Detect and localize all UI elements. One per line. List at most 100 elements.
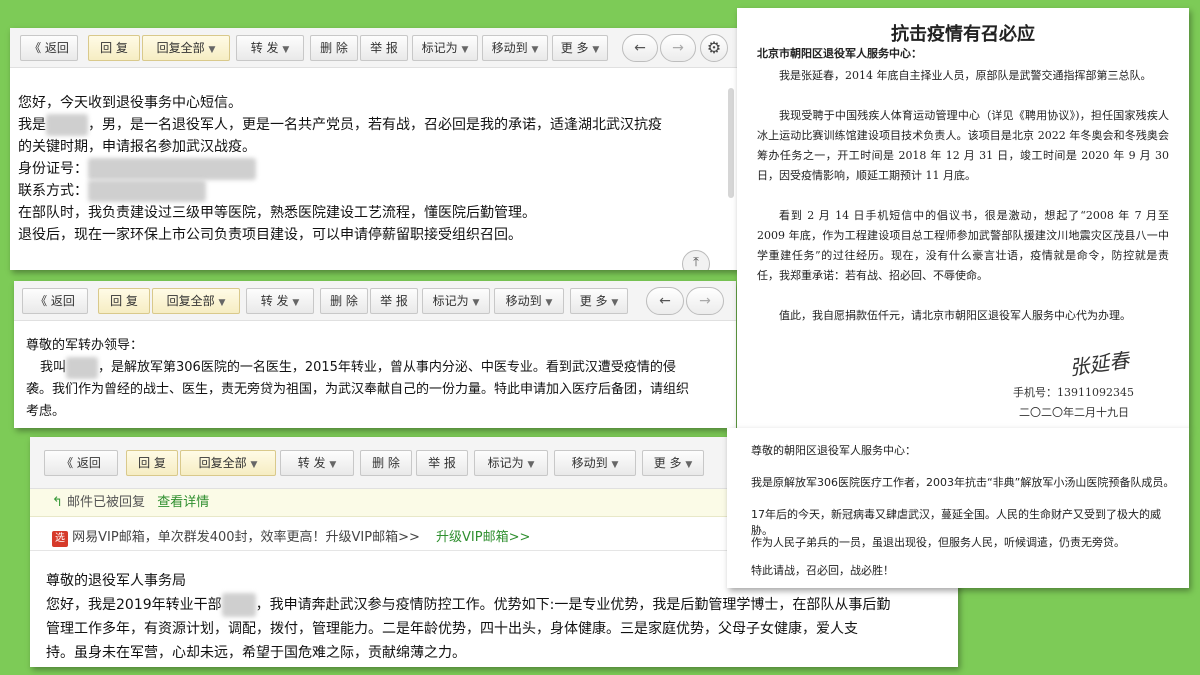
email-line-prefix: 我是 <box>18 117 46 133</box>
email-line: 考虑。 <box>26 404 66 419</box>
email-line-rest: ，男，是一名退役军人，更是一名共产党员，若有战，召必回是我的承诺，适逢湖北武汉抗… <box>88 117 662 133</box>
chevron-down-icon[interactable]: ▼ <box>282 45 289 55</box>
reply-button[interactable]: 回 复 <box>98 288 150 314</box>
forward-button[interactable]: 转 发 ▼ <box>236 35 304 61</box>
move-to-button[interactable]: 移动到 ▼ <box>554 450 636 476</box>
back-button[interactable]: 《 返回 <box>20 35 78 61</box>
redacted-name: xx <box>46 114 88 136</box>
arrow-right-icon: → <box>672 40 684 56</box>
chevron-down-icon[interactable]: ▼ <box>208 45 215 55</box>
email-line: 袭。我们作为曾经的战士、医生，责无旁贷为祖国，为武汉奉献自己的一份力量。特此申请… <box>26 382 690 397</box>
email-line: 联系方式：x <box>18 180 726 202</box>
upgrade-vip-link[interactable]: 升级VIP邮箱>> <box>436 530 530 545</box>
chevron-down-icon[interactable]: ▼ <box>611 298 618 308</box>
view-details-link[interactable]: 查看详情 <box>157 495 209 510</box>
letter-paragraph: 我是张延春，2014 年底自主择业人员，原部队是武警交通指挥部第三总队。 <box>779 69 1152 82</box>
email-line: 在部队时，我负责建设过三级甲等医院，熟悉医院建设工艺流程，懂医院后勤管理。 <box>18 205 536 221</box>
letter-panel-2: 尊敬的朝阳区退役军人服务中心： 我是原解放军306医院医疗工作者，2003年抗击… <box>727 428 1189 588</box>
chevron-down-icon[interactable]: ▼ <box>545 298 552 308</box>
back-button[interactable]: 《 返回 <box>44 450 118 476</box>
chevron-down-icon[interactable]: ▼ <box>531 45 538 55</box>
mark-as-label: 标记为 <box>487 456 524 470</box>
reply-all-button[interactable]: 回复全部 ▼ <box>142 35 230 61</box>
email-body-2: 尊敬的军转办领导： 我叫x，是解放军第306医院的一名医生，2015年转业，曾从… <box>26 335 734 423</box>
more-button[interactable]: 更 多 ▼ <box>570 288 628 314</box>
redacted-name: x <box>221 593 256 617</box>
arrow-up-icon: ⤒ <box>693 255 699 270</box>
mark-as-button[interactable]: 标记为 ▼ <box>474 450 548 476</box>
letter-paragraph: 我是原解放军306医院医疗工作者，2003年抗击“非典”解放军小汤山医院预备队成… <box>751 476 1175 489</box>
gear-icon: ⚙ <box>706 38 722 57</box>
reply-button[interactable]: 回 复 <box>126 450 178 476</box>
move-to-label: 移动到 <box>505 294 542 308</box>
settings-button[interactable]: ⚙ <box>700 34 728 62</box>
email-line: 管理工作多年，有资源计划，调配，拨付，管理能力。二是年龄优势，四十出头，身体健康… <box>46 621 858 637</box>
reply-all-button[interactable]: 回复全部 ▼ <box>152 288 240 314</box>
chevron-down-icon[interactable]: ▼ <box>218 298 225 308</box>
email-greeting: 尊敬的军转办领导： <box>26 338 144 353</box>
previous-mail-button[interactable]: ← <box>646 287 684 315</box>
mark-as-button[interactable]: 标记为 ▼ <box>412 35 478 61</box>
move-to-button[interactable]: 移动到 ▼ <box>494 288 564 314</box>
chevron-down-icon[interactable]: ▼ <box>592 45 599 55</box>
email-panel-1: 《 返回 回 复 回复全部 ▼ 转 发 ▼ 删 除 举 报 标记为 ▼ 移动到 … <box>10 28 738 270</box>
id-label: 身份证号： <box>18 161 88 177</box>
more-label: 更 多 <box>560 41 589 55</box>
letter-paragraph: 作为人民子弟兵的一员，虽退出现役，但服务人民，听候调遣，仍责无旁贷。 <box>751 536 1125 549</box>
email-toolbar-1: 《 返回 回 复 回复全部 ▼ 转 发 ▼ 删 除 举 报 标记为 ▼ 移动到 … <box>10 28 738 68</box>
letter-panel-1: 抗击疫情有召必应 北京市朝阳区退役军人服务中心： 我是张延春，2014 年底自主… <box>737 8 1189 428</box>
chevron-down-icon[interactable]: ▼ <box>461 45 468 55</box>
scroll-to-top-button[interactable]: ⤒ <box>682 250 710 270</box>
chevron-down-icon[interactable]: ▼ <box>250 460 257 470</box>
chevron-down-icon[interactable]: ▼ <box>611 460 618 470</box>
next-mail-button[interactable]: → <box>686 287 724 315</box>
forward-button[interactable]: 转 发 ▼ <box>246 288 314 314</box>
more-label: 更 多 <box>653 456 682 470</box>
previous-mail-button[interactable]: ← <box>622 34 658 62</box>
report-button[interactable]: 举 报 <box>360 35 408 61</box>
email-line-prefix: 我叫 <box>40 360 67 375</box>
reply-button[interactable]: 回 复 <box>88 35 140 61</box>
email-body-1: 您好，今天收到退役事务中心短信。 我是xx，男，是一名退役军人，更是一名共产党员… <box>18 92 726 246</box>
redacted-contact: x <box>88 180 206 202</box>
more-button[interactable]: 更 多 ▼ <box>552 35 608 61</box>
forward-button[interactable]: 转 发 ▼ <box>280 450 354 476</box>
move-to-label: 移动到 <box>491 41 528 55</box>
reply-arrow-icon: ↰ <box>52 495 63 510</box>
email-line: 退役后，现在一家环保上市公司负责项目建设，可以申请停薪留职接受组织召回。 <box>18 227 522 243</box>
email-line-rest: ，是解放军第306医院的一名医生，2015年转业，曾从事内分泌、中医专业。看到武… <box>98 360 676 375</box>
delete-button[interactable]: 删 除 <box>360 450 412 476</box>
reply-all-button[interactable]: 回复全部 ▼ <box>180 450 276 476</box>
handwritten-signature: 张延春 <box>1067 347 1131 381</box>
more-button[interactable]: 更 多 ▼ <box>642 450 704 476</box>
reply-all-label: 回复全部 <box>198 456 247 470</box>
letter-title: 抗击疫情有召必应 <box>891 24 1035 45</box>
letter-phone: 手机号：13911092345 <box>1013 386 1134 399</box>
email-line: 您好，我是2019年转业干部x，我申请奔赴武汉参与疫情防控工作。优势如下:一是专… <box>46 593 946 617</box>
ad-text[interactable]: 网易VIP邮箱，单次群发400封，效率更高！升级VIP邮箱>> <box>72 530 420 545</box>
delete-button[interactable]: 删 除 <box>320 288 368 314</box>
arrow-right-icon: → <box>699 293 711 309</box>
letter-addressee: 北京市朝阳区退役军人服务中心： <box>757 47 922 60</box>
letter-paragraph: 看到 2 月 14 日手机短信中的倡议书，很是激动，想起了“2008 年 7 月… <box>757 209 1169 282</box>
mark-as-button[interactable]: 标记为 ▼ <box>422 288 490 314</box>
ad-badge-icon: 选 <box>52 531 68 547</box>
arrow-left-icon: ← <box>659 293 671 309</box>
chevron-down-icon[interactable]: ▼ <box>292 298 299 308</box>
report-button[interactable]: 举 报 <box>416 450 468 476</box>
delete-button[interactable]: 删 除 <box>310 35 358 61</box>
chevron-down-icon[interactable]: ▼ <box>472 298 479 308</box>
letter-paragraph: 值此，我自愿捐款伍仟元，请北京市朝阳区退役军人服务中心代为办理。 <box>779 309 1131 322</box>
chevron-down-icon[interactable]: ▼ <box>329 460 336 470</box>
back-button[interactable]: 《 返回 <box>22 288 88 314</box>
chevron-down-icon[interactable]: ▼ <box>527 460 534 470</box>
scrollbar[interactable] <box>728 88 734 198</box>
report-button[interactable]: 举 报 <box>370 288 418 314</box>
letter-addressee: 尊敬的朝阳区退役军人服务中心： <box>751 444 916 457</box>
email-line: 持。虽身未在军营，心却未远，希望于国危难之际，贡献绵薄之力。 <box>46 645 466 661</box>
email-line: 我叫x，是解放军第306医院的一名医生，2015年转业，曾从事内分泌、中医专业。… <box>26 357 734 379</box>
next-mail-button[interactable]: → <box>660 34 696 62</box>
chevron-down-icon[interactable]: ▼ <box>685 460 692 470</box>
email-line: 身份证号：x <box>18 158 726 180</box>
move-to-button[interactable]: 移动到 ▼ <box>482 35 548 61</box>
